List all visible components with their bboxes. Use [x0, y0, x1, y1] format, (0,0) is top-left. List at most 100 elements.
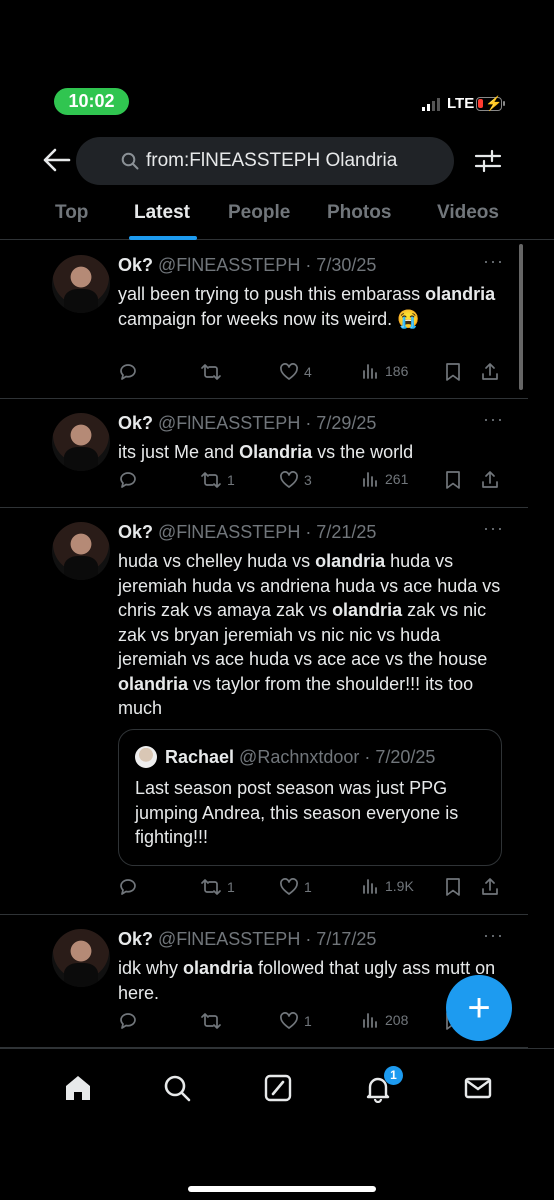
- explore-search-icon[interactable]: [162, 1073, 192, 1103]
- avatar[interactable]: [52, 929, 110, 987]
- reply-button[interactable]: [118, 470, 143, 490]
- share-button[interactable]: [480, 877, 500, 897]
- tweet-header: Ok? @FlNEASSTEPH · 7/21/25: [118, 522, 376, 543]
- handle-date: @FlNEASSTEPH · 7/29/25: [153, 413, 377, 433]
- tweet-header: Ok? @FlNEASSTEPH · 7/17/25: [118, 929, 376, 950]
- retweet-icon: [200, 362, 222, 382]
- retweet-count: 1: [227, 879, 235, 895]
- tab-latest[interactable]: Latest: [134, 202, 190, 224]
- like-button[interactable]: 4: [279, 362, 312, 382]
- reply-button[interactable]: [118, 362, 143, 382]
- quote-handle-date: @Rachnxtdoor · 7/20/25: [239, 746, 436, 767]
- messages-icon[interactable]: [463, 1073, 493, 1103]
- tab-videos[interactable]: Videos: [437, 202, 499, 224]
- tweet-actions: 1 3 261: [118, 470, 508, 492]
- notifications-badge: 1: [384, 1066, 403, 1085]
- search-icon: [121, 152, 139, 170]
- filter-settings-icon[interactable]: [474, 147, 502, 175]
- share-button[interactable]: [480, 362, 500, 382]
- tweet-actions: 1 1 1.9K: [118, 877, 508, 899]
- handle-date: @FlNEASSTEPH · 7/21/25: [153, 522, 377, 542]
- retweet-icon: [200, 877, 222, 897]
- tweet-text: yall been trying to push this embarass o…: [118, 284, 496, 329]
- more-options-icon[interactable]: ···: [483, 518, 504, 539]
- reply-icon: [118, 1011, 138, 1031]
- display-name[interactable]: Ok?: [118, 522, 153, 542]
- search-tabs: Top Latest People Photos Videos: [0, 190, 554, 240]
- display-name[interactable]: Ok?: [118, 413, 153, 433]
- bottom-navigation: 1: [0, 1048, 554, 1200]
- like-button[interactable]: 1: [279, 877, 312, 897]
- more-options-icon[interactable]: ···: [483, 251, 504, 272]
- signal-icon: [422, 97, 440, 111]
- quote-display-name: Rachael: [165, 746, 235, 767]
- home-icon[interactable]: [63, 1073, 93, 1103]
- avatar[interactable]: [52, 255, 110, 313]
- home-indicator: [188, 1186, 376, 1192]
- tab-photos[interactable]: Photos: [327, 202, 391, 224]
- retweet-button[interactable]: 1: [200, 470, 235, 490]
- share-icon: [480, 877, 500, 897]
- tweet-text: its just Me and Olandria vs the world: [118, 442, 414, 462]
- views-button[interactable]: 208: [362, 1011, 408, 1029]
- views-button[interactable]: 261: [362, 470, 408, 488]
- handle-date: @FlNEASSTEPH · 7/30/25: [153, 255, 377, 275]
- like-icon: [279, 470, 299, 490]
- grok-icon[interactable]: [263, 1073, 293, 1103]
- like-icon: [279, 362, 299, 382]
- search-bar[interactable]: [76, 137, 454, 185]
- reply-button[interactable]: [118, 877, 143, 897]
- quote-header: Rachael @Rachnxtdoor · 7/20/25: [135, 746, 435, 768]
- status-bar: 10:02 LTE ⚡: [0, 0, 554, 130]
- views-icon: [362, 362, 380, 380]
- avatar[interactable]: [52, 413, 110, 471]
- like-count: 1: [304, 1013, 312, 1029]
- more-options-icon[interactable]: ···: [483, 409, 504, 430]
- share-icon: [480, 470, 500, 490]
- compose-post-button[interactable]: +: [446, 975, 512, 1041]
- bookmark-icon: [444, 877, 462, 897]
- tweet[interactable]: Ok? @FlNEASSTEPH · 7/30/25 ··· yall been…: [0, 241, 528, 399]
- views-count: 261: [385, 471, 409, 487]
- views-button[interactable]: 1.9K: [362, 877, 414, 895]
- tweet[interactable]: Ok? @FlNEASSTEPH · 7/29/25 ··· its just …: [0, 399, 528, 508]
- reply-icon: [118, 877, 138, 897]
- share-button[interactable]: [480, 470, 500, 490]
- quoted-tweet[interactable]: Rachael @Rachnxtdoor · 7/20/25 Last seas…: [118, 729, 502, 866]
- retweet-button[interactable]: 1: [200, 877, 235, 897]
- like-button[interactable]: 3: [279, 470, 312, 490]
- search-input[interactable]: [120, 150, 440, 172]
- bookmark-button[interactable]: [444, 362, 462, 382]
- like-button[interactable]: 1: [279, 1011, 312, 1031]
- more-options-icon[interactable]: ···: [483, 925, 504, 946]
- bookmark-button[interactable]: [444, 470, 462, 490]
- tweet-text: huda vs chelley huda vs olandria huda vs…: [118, 551, 501, 718]
- tweet[interactable]: Ok? @FlNEASSTEPH · 7/17/25 ··· idk why o…: [0, 915, 528, 1048]
- reply-icon: [118, 362, 138, 382]
- tab-people[interactable]: People: [228, 202, 290, 224]
- bookmark-button[interactable]: [444, 877, 462, 897]
- like-icon: [279, 877, 299, 897]
- share-icon: [480, 362, 500, 382]
- network-label: LTE: [447, 95, 475, 112]
- status-time: 10:02: [54, 88, 129, 115]
- active-tab-indicator: [129, 236, 197, 240]
- reply-button[interactable]: [118, 1011, 143, 1031]
- retweet-icon: [200, 470, 222, 490]
- bookmark-icon: [444, 362, 462, 382]
- tab-top[interactable]: Top: [55, 202, 88, 224]
- like-count: 1: [304, 879, 312, 895]
- retweet-button[interactable]: [200, 1011, 227, 1031]
- views-button[interactable]: 186: [362, 362, 408, 380]
- handle-date: @FlNEASSTEPH · 7/17/25: [153, 929, 377, 949]
- avatar[interactable]: [52, 522, 110, 580]
- battery-icon: ⚡: [476, 95, 505, 111]
- display-name[interactable]: Ok?: [118, 255, 153, 275]
- display-name[interactable]: Ok?: [118, 929, 153, 949]
- tweet[interactable]: Ok? @FlNEASSTEPH · 7/21/25 ··· huda vs c…: [0, 508, 528, 915]
- views-icon: [362, 877, 380, 895]
- back-arrow-icon[interactable]: [42, 147, 72, 173]
- retweet-button[interactable]: [200, 362, 227, 382]
- views-icon: [362, 1011, 380, 1029]
- bookmark-icon: [444, 470, 462, 490]
